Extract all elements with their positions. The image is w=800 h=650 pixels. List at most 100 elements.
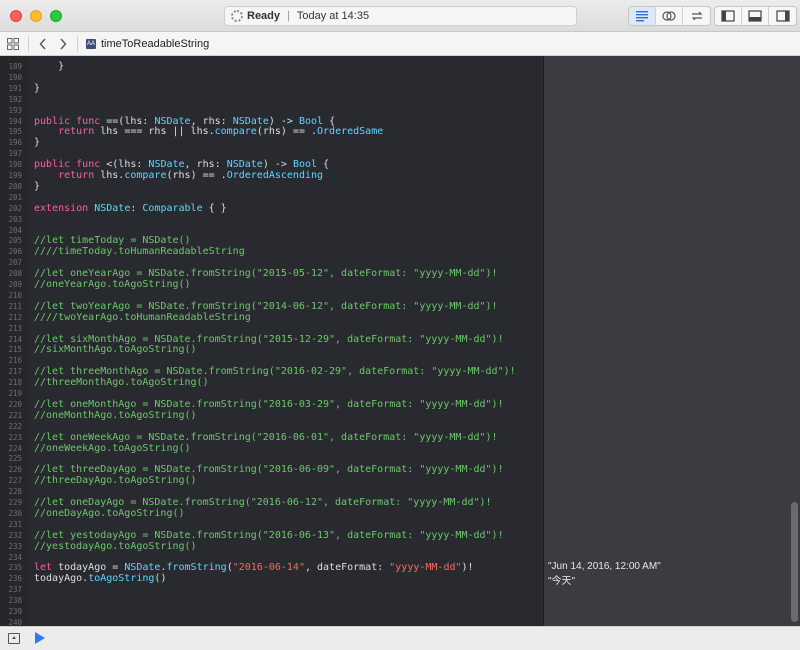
code-text: } bbox=[34, 61, 64, 73]
code-editor[interactable]: 189 } 190 191} 192 193 194 public func ==(lhs:… bbox=[0, 56, 543, 626]
code-line[interactable]: 230 //oneDayAgo.toAgoString() bbox=[0, 508, 543, 520]
code-line[interactable]: 240 bbox=[0, 618, 543, 626]
code-line[interactable]: 227 //threeDayAgo.toAgoString() bbox=[0, 475, 543, 487]
toggle-utilities-button[interactable] bbox=[769, 7, 796, 25]
code-token: func bbox=[76, 159, 101, 171]
line-number: 224 bbox=[8, 443, 22, 453]
code-line[interactable]: 203 bbox=[0, 215, 543, 226]
code-token: NSDate bbox=[94, 202, 131, 214]
toggle-debug-area-button[interactable] bbox=[742, 7, 769, 25]
code-line[interactable]: 206 ////timeToday.toHumanReadableString bbox=[0, 246, 543, 258]
code-line[interactable]: 238 bbox=[0, 596, 543, 607]
code-token: , rhs: bbox=[190, 115, 233, 127]
code-token: ////timeToday.toHumanReadableString bbox=[34, 246, 245, 258]
code-token: extension bbox=[34, 202, 89, 214]
code-token: //let oneWeekAgo = NSDate.fromString("20… bbox=[34, 431, 498, 443]
standard-editor-button[interactable] bbox=[629, 7, 656, 25]
line-number: 231 bbox=[8, 519, 22, 529]
code-text: return lhs === rhs || lhs.compare(rhs) =… bbox=[34, 126, 383, 138]
minimize-window-button[interactable] bbox=[30, 10, 42, 22]
jump-bar-divider bbox=[77, 35, 78, 52]
code-token: { bbox=[317, 159, 330, 171]
line-number: 215 bbox=[8, 345, 22, 355]
left-panel-icon bbox=[721, 10, 735, 22]
code-line[interactable]: 215 //sixMonthAgo.toAgoString() bbox=[0, 344, 543, 356]
code-token: fromString bbox=[166, 562, 227, 574]
go-forward-button[interactable] bbox=[53, 32, 73, 56]
code-token: //let sixMonthAgo = NSDate.fromString("2… bbox=[34, 333, 504, 345]
code-token: , dateFormat: bbox=[304, 562, 390, 574]
status-time: Today at 14:35 bbox=[296, 10, 370, 22]
chevron-left-icon bbox=[39, 38, 46, 49]
code-token: return bbox=[58, 170, 95, 181]
zoom-window-button[interactable] bbox=[50, 10, 62, 22]
show-debug-area-button[interactable] bbox=[8, 633, 20, 644]
code-token: func bbox=[76, 115, 101, 127]
vertical-scrollbar[interactable] bbox=[791, 502, 798, 622]
code-text: todayAgo.toAgoString() bbox=[34, 573, 166, 585]
line-number: 233 bbox=[8, 541, 22, 551]
code-line[interactable]: 189 } bbox=[0, 61, 543, 73]
code-text: ////timeToday.toHumanReadableString bbox=[34, 246, 245, 258]
line-number: 221 bbox=[8, 410, 22, 420]
assistant-editor-button[interactable] bbox=[656, 7, 683, 25]
line-number: 192 bbox=[8, 94, 22, 104]
jump-bar-divider bbox=[28, 35, 29, 52]
line-number: 207 bbox=[8, 258, 22, 268]
code-line[interactable]: 236 todayAgo.toAgoString() bbox=[0, 573, 543, 585]
code-line[interactable]: 209 //oneYearAgo.toAgoString() bbox=[0, 279, 543, 291]
code-line[interactable]: 221 //oneMonthAgo.toAgoString() bbox=[0, 409, 543, 422]
code-text: //oneMonthAgo.toAgoString() bbox=[34, 409, 197, 422]
code-line[interactable]: 191} bbox=[0, 83, 543, 95]
code-text: //oneYearAgo.toAgoString() bbox=[34, 279, 191, 291]
result-value[interactable]: "Jun 14, 2016, 12:00 AM" bbox=[548, 561, 661, 572]
version-editor-button[interactable] bbox=[683, 7, 710, 25]
code-line[interactable]: 237 bbox=[0, 585, 543, 596]
code-text: ////twoYearAgo.toHumanReadableString bbox=[34, 312, 251, 324]
code-token: //yestodayAgo.toAgoString() bbox=[34, 540, 197, 552]
line-number: 209 bbox=[8, 280, 22, 289]
code-line[interactable]: 192 bbox=[0, 95, 543, 106]
editor-mode-segmented-control bbox=[628, 6, 711, 26]
code-line[interactable]: 196} bbox=[0, 137, 543, 149]
code-line[interactable]: 199 return lhs.compare(rhs) == .OrderedA… bbox=[0, 170, 543, 182]
code-line[interactable]: 212 ////twoYearAgo.toHumanReadableString bbox=[0, 312, 543, 324]
toggle-navigator-button[interactable] bbox=[715, 7, 742, 25]
line-number: 193 bbox=[8, 105, 22, 115]
line-number: 198 bbox=[8, 160, 22, 170]
code-line[interactable]: 239 bbox=[0, 607, 543, 618]
line-number: 196 bbox=[8, 138, 22, 148]
execute-playground-button[interactable] bbox=[35, 632, 45, 644]
code-line[interactable]: 190 bbox=[0, 73, 543, 84]
assistant-editor-icon bbox=[662, 11, 676, 21]
line-number: 214 bbox=[8, 334, 22, 344]
code-line[interactable]: 200} bbox=[0, 181, 543, 193]
code-line[interactable]: 195 return lhs === rhs || lhs.compare(rh… bbox=[0, 126, 543, 138]
playground-file-icon: AA bbox=[86, 38, 96, 49]
line-number: 223 bbox=[8, 432, 22, 442]
code-token: return bbox=[58, 126, 95, 138]
chevron-right-icon bbox=[60, 38, 67, 49]
results-sidebar: "Jun 14, 2016, 12:00 AM" "今天" bbox=[543, 56, 800, 626]
code-token: ==(lhs: bbox=[100, 115, 155, 127]
go-back-button[interactable] bbox=[33, 32, 53, 56]
line-number: 189 bbox=[8, 62, 22, 71]
code-token: //oneMonthAgo.toAgoString() bbox=[34, 409, 197, 421]
code-token: public bbox=[34, 159, 71, 171]
code-line[interactable]: 218 //threeMonthAgo.toAgoString() bbox=[0, 377, 543, 389]
related-items-button[interactable] bbox=[2, 32, 24, 56]
code-line[interactable]: 224 //oneWeekAgo.toAgoString() bbox=[0, 443, 543, 455]
close-window-button[interactable] bbox=[10, 10, 22, 22]
result-value[interactable]: "今天" bbox=[548, 572, 575, 587]
line-number: 213 bbox=[8, 323, 22, 333]
code-token: let bbox=[34, 562, 53, 574]
code-token: toAgoString bbox=[88, 573, 155, 585]
line-number: 201 bbox=[8, 192, 22, 202]
breadcrumb-filename: timeToReadableString bbox=[101, 37, 210, 50]
code-token: //let threeMonthAgo = NSDate.fromString(… bbox=[34, 366, 516, 378]
line-number: 212 bbox=[8, 312, 22, 322]
breadcrumb-file[interactable]: AA timeToReadableString bbox=[86, 38, 209, 50]
code-line[interactable]: 233 //yestodayAgo.toAgoString() bbox=[0, 540, 543, 553]
code-line[interactable]: 202 extension NSDate: Comparable { } bbox=[0, 202, 543, 215]
code-token: { bbox=[323, 115, 336, 127]
